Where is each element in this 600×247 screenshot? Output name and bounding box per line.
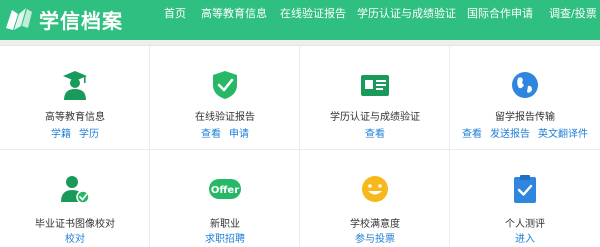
link-apply[interactable]: 申请 <box>229 129 249 140</box>
shield-check-icon <box>213 71 237 99</box>
link-view[interactable]: 查看 <box>201 129 221 140</box>
link-view[interactable]: 查看 <box>462 129 482 140</box>
service-links: 校对 <box>0 230 150 245</box>
graduate-icon <box>63 71 87 100</box>
service-new-career[interactable]: Offer 新职业 求职招聘 <box>150 150 300 247</box>
link-job-search[interactable]: 求职招聘 <box>205 234 245 245</box>
service-title: 在线验证报告 <box>195 112 255 123</box>
link-student-status[interactable]: 学籍 <box>51 129 71 140</box>
main-nav: 首页 高等教育信息 在线验证报告 学历认证与成绩验证 国际合作申请 调查/投票 <box>0 0 600 40</box>
service-online-verification[interactable]: 在线验证报告 查看 申请 <box>150 46 300 150</box>
service-title: 个人测评 <box>505 219 545 230</box>
link-view[interactable]: 查看 <box>365 129 385 140</box>
svg-text:Offer: Offer <box>211 185 239 196</box>
user-check-icon <box>61 176 90 204</box>
nav-survey-vote[interactable]: 调查/投票 <box>549 7 597 21</box>
service-diploma-image-check[interactable]: 毕业证书图像校对 校对 <box>0 150 150 247</box>
service-title: 新职业 <box>210 219 240 230</box>
service-degree-certification[interactable]: 学历认证与成绩验证 查看 <box>300 46 450 150</box>
service-links: 进入 <box>450 230 600 245</box>
service-links: 查看 <box>300 125 450 140</box>
service-title: 学校满意度 <box>350 219 400 230</box>
services-panel: 高等教育信息 学籍 学历 在线验证报告 查看 申请 学历认证与成绩验证 查看 留… <box>0 45 600 247</box>
clipboard-check-icon <box>514 175 536 203</box>
nav-international-cooperation[interactable]: 国际合作申请 <box>467 7 533 21</box>
service-links: 查看 申请 <box>150 125 300 140</box>
service-title: 毕业证书图像校对 <box>35 219 115 230</box>
offer-badge-icon: Offer <box>209 179 241 199</box>
link-send-report[interactable]: 发送报告 <box>490 129 530 140</box>
service-personal-assessment[interactable]: 个人测评 进入 <box>450 150 600 247</box>
link-proofread[interactable]: 校对 <box>65 234 85 245</box>
service-links: 查看 发送报告 英文翻译件 <box>450 125 600 140</box>
service-title: 高等教育信息 <box>45 112 105 123</box>
nav-home[interactable]: 首页 <box>164 7 186 21</box>
nav-degree-certification[interactable]: 学历认证与成绩验证 <box>357 7 456 21</box>
service-links: 学籍 学历 <box>0 125 150 140</box>
link-degree[interactable]: 学历 <box>79 129 99 140</box>
service-higher-education-info[interactable]: 高等教育信息 学籍 学历 <box>0 46 150 150</box>
smiley-icon <box>362 176 388 202</box>
certificate-card-icon <box>361 75 389 96</box>
service-study-abroad-report[interactable]: 留学报告传输 查看 发送报告 英文翻译件 <box>450 46 600 150</box>
link-vote[interactable]: 参与投票 <box>355 234 395 245</box>
top-header: 学信档案 首页 高等教育信息 在线验证报告 学历认证与成绩验证 国际合作申请 调… <box>0 0 600 40</box>
link-english-translation[interactable]: 英文翻译件 <box>538 129 588 140</box>
nav-higher-education-info[interactable]: 高等教育信息 <box>201 7 267 21</box>
service-links: 参与投票 <box>300 230 450 245</box>
globe-icon <box>512 72 538 98</box>
nav-online-verification[interactable]: 在线验证报告 <box>280 7 346 21</box>
service-links: 求职招聘 <box>150 230 300 245</box>
service-school-satisfaction[interactable]: 学校满意度 参与投票 <box>300 150 450 247</box>
link-enter[interactable]: 进入 <box>515 234 535 245</box>
service-title: 学历认证与成绩验证 <box>330 112 420 123</box>
service-title: 留学报告传输 <box>495 112 555 123</box>
